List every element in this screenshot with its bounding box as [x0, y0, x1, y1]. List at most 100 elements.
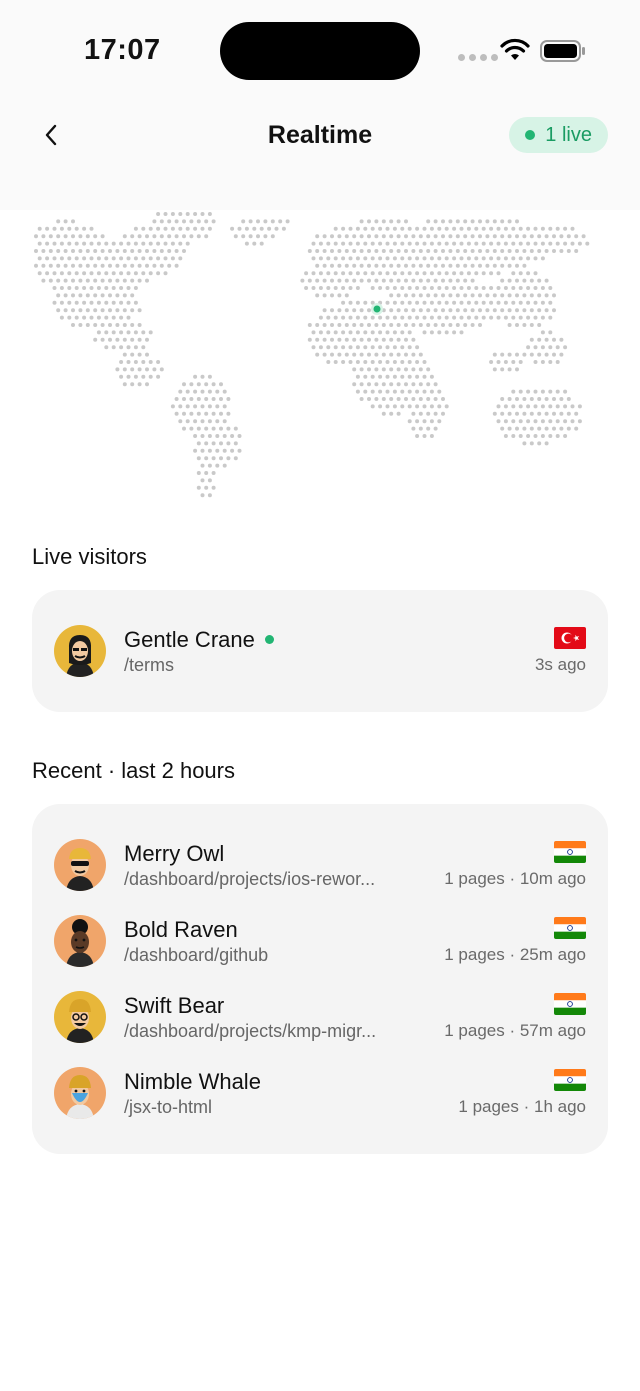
map-dot: [230, 434, 235, 438]
map-dot: [459, 315, 464, 320]
map-dot: [267, 226, 272, 231]
map-dot: [381, 219, 386, 224]
map-dot: [500, 397, 505, 401]
map-dot: [418, 293, 423, 298]
map-dot: [367, 397, 371, 401]
map-dot: [522, 234, 527, 239]
map-dot: [196, 397, 201, 401]
map-dot: [85, 234, 90, 239]
map-dot: [108, 293, 112, 298]
recent-visitor-row[interactable]: Bold Raven /dashboard/github 1 pages · 2…: [32, 903, 608, 979]
live-count-badge[interactable]: 1 live: [509, 117, 608, 153]
map-dot: [385, 286, 390, 290]
map-dot: [278, 219, 283, 224]
map-dot: [459, 271, 464, 276]
map-dot: [381, 249, 386, 253]
status-time: 17:07: [84, 34, 161, 66]
map-dot: [133, 300, 138, 305]
map-dot: [544, 411, 549, 416]
map-dot: [466, 286, 471, 290]
live-visitor-row[interactable]: Gentle Crane /terms 3s ago: [32, 613, 608, 689]
map-dot: [378, 374, 383, 379]
map-dot: [511, 226, 516, 231]
recent-visitor-row[interactable]: Merry Owl /dashboard/projects/ios-rewor.…: [32, 827, 608, 903]
map-dot: [256, 234, 260, 239]
map-dot: [82, 241, 87, 246]
wifi-icon: [500, 38, 530, 60]
map-dot: [515, 219, 519, 224]
map-dot: [378, 271, 383, 276]
map-dot: [96, 300, 101, 305]
map-dot: [444, 330, 449, 335]
map-dot: [78, 263, 83, 268]
map-dot: [122, 382, 127, 387]
map-dot: [344, 234, 349, 239]
map-dot: [515, 278, 519, 283]
map-dot: [385, 300, 390, 305]
map-dot: [374, 234, 379, 239]
map-dot: [370, 404, 375, 409]
map-dot: [415, 226, 420, 231]
map-dot: [104, 286, 109, 290]
map-dot: [89, 226, 94, 231]
map-dot: [115, 337, 120, 342]
map-dot: [389, 278, 394, 283]
map-dot: [503, 300, 508, 305]
map-dot: [111, 300, 116, 305]
map-dot: [204, 471, 209, 475]
map-dot: [71, 293, 75, 298]
map-dot: [396, 397, 401, 401]
visitor-path: /dashboard/projects/kmp-migr...: [124, 1021, 377, 1041]
map-dot: [422, 404, 427, 409]
map-dot: [370, 360, 375, 364]
map-dot: [544, 337, 549, 342]
map-dot: [145, 278, 149, 283]
map-dot: [548, 419, 553, 424]
map-dot: [544, 441, 549, 446]
map-dot: [41, 234, 46, 239]
map-dot: [481, 315, 486, 320]
map-dot: [466, 271, 471, 276]
map-dot: [433, 411, 438, 416]
map-dot: [526, 345, 531, 350]
map-dot: [463, 323, 468, 327]
map-dot: [196, 441, 201, 446]
map-dot: [259, 226, 264, 231]
map-dot: [574, 426, 579, 431]
map-dot: [385, 271, 390, 276]
map-dot: [529, 352, 534, 357]
map-dot: [315, 249, 320, 253]
recent-visitor-row[interactable]: Nimble Whale /jsx-to-html 1 pages · 1h a…: [32, 1055, 608, 1131]
map-dot: [363, 330, 368, 335]
map-dot: [415, 256, 420, 261]
map-dot: [426, 234, 431, 239]
map-dot: [381, 411, 386, 416]
map-dot: [196, 234, 201, 239]
world-map[interactable]: [32, 210, 608, 500]
map-dot: [422, 419, 427, 424]
map-dot: [370, 241, 375, 246]
map-dot: [407, 374, 412, 379]
map-dot: [392, 345, 397, 350]
map-dot: [533, 226, 538, 231]
map-dot: [511, 404, 516, 409]
map-dot: [93, 249, 98, 253]
map-dot: [145, 249, 149, 253]
map-dot: [485, 308, 490, 313]
map-dot: [230, 448, 235, 453]
map-dot: [381, 234, 386, 239]
map-dot: [189, 219, 194, 224]
map-dot: [503, 241, 508, 246]
map-dot: [344, 308, 349, 313]
map-dot: [130, 293, 135, 298]
recent-visitor-row[interactable]: Swift Bear /dashboard/projects/kmp-migr.…: [32, 979, 608, 1055]
map-dot: [448, 234, 453, 239]
map-dot: [452, 286, 457, 290]
map-dot: [85, 278, 90, 283]
turkey-location-marker[interactable]: [371, 303, 383, 315]
map-dot: [478, 234, 482, 239]
map-dot: [429, 330, 434, 335]
live-visitors-card: Gentle Crane /terms 3s ago: [32, 590, 608, 712]
live-dot-icon: [525, 130, 536, 140]
map-dot: [574, 411, 579, 416]
